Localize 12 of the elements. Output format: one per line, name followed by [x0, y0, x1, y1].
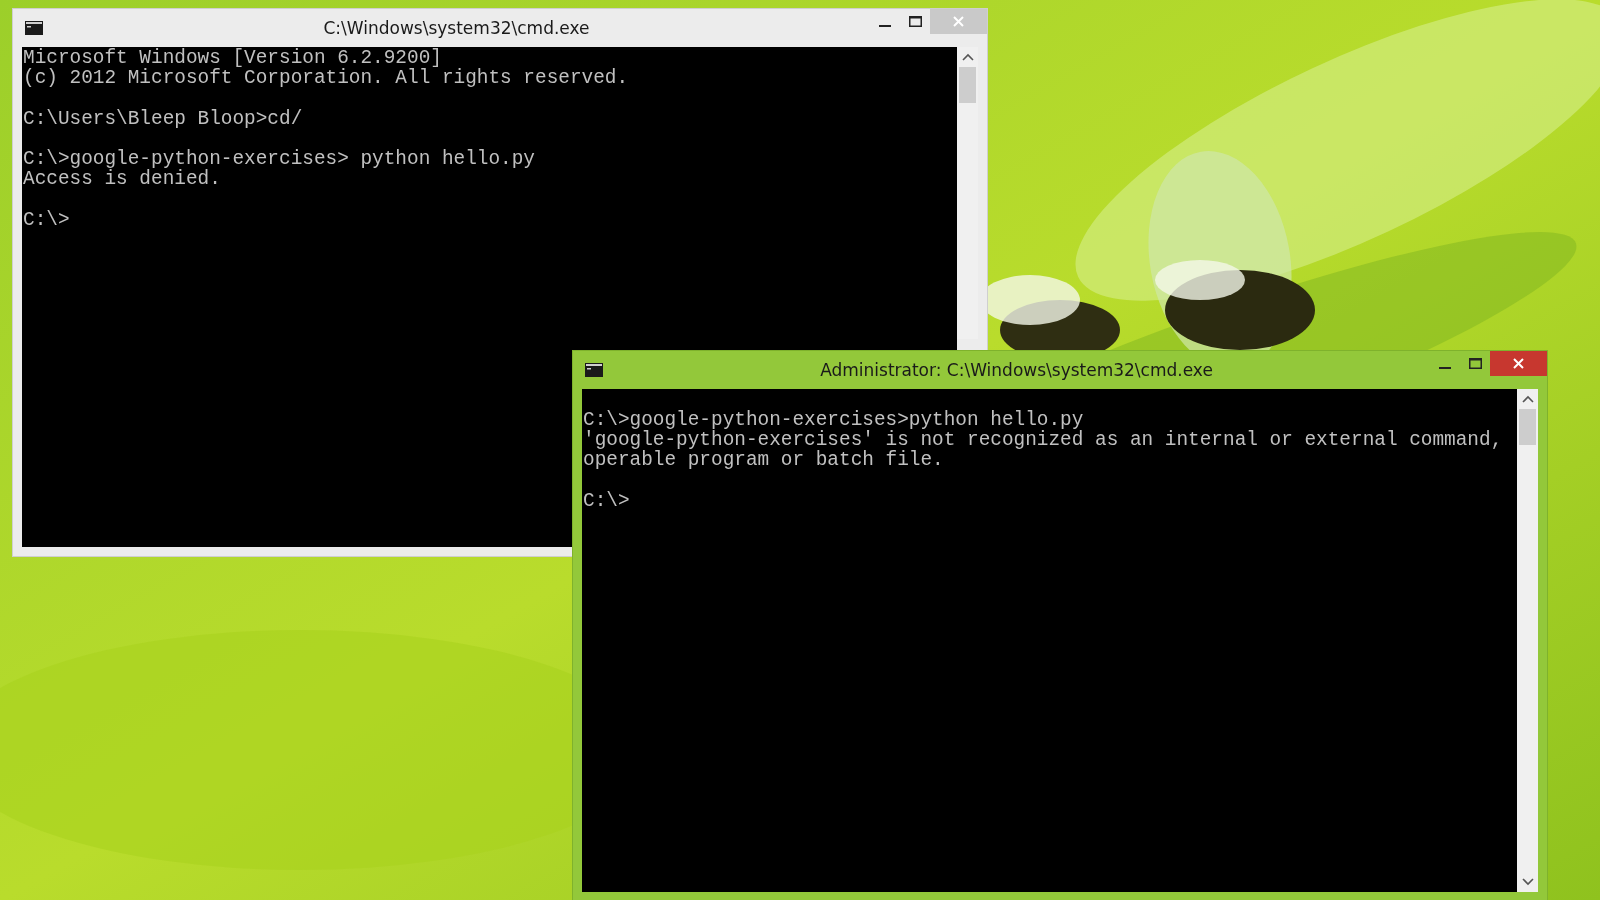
- console-line: C:\Users\Bleep Bloop>cd/: [23, 108, 304, 129]
- console-line: C:\>: [583, 490, 631, 511]
- window-title: C:\Windows\system32\cmd.exe: [322, 18, 591, 38]
- console-line: Access is denied.: [23, 169, 221, 190]
- console-line: C:\>: [23, 209, 71, 230]
- window-title: Administrator: C:\Windows\system32\cmd.exe: [819, 360, 1214, 380]
- console-line: C:\>google-python-exercises>python hello.py: [583, 410, 1085, 431]
- console-line: C:\>google-python-exercises> python hello.py: [23, 149, 536, 170]
- console-line: Microsoft Windows [Version 6.2.9200]: [23, 48, 443, 69]
- console-line: (c) 2012 Microsoft Corporation. All rights reserved.: [23, 68, 630, 89]
- console-line: 'google-python-exercises' is not recognized as an internal or external command,: [583, 430, 1504, 451]
- console-line: operable program or batch file.: [583, 450, 945, 471]
